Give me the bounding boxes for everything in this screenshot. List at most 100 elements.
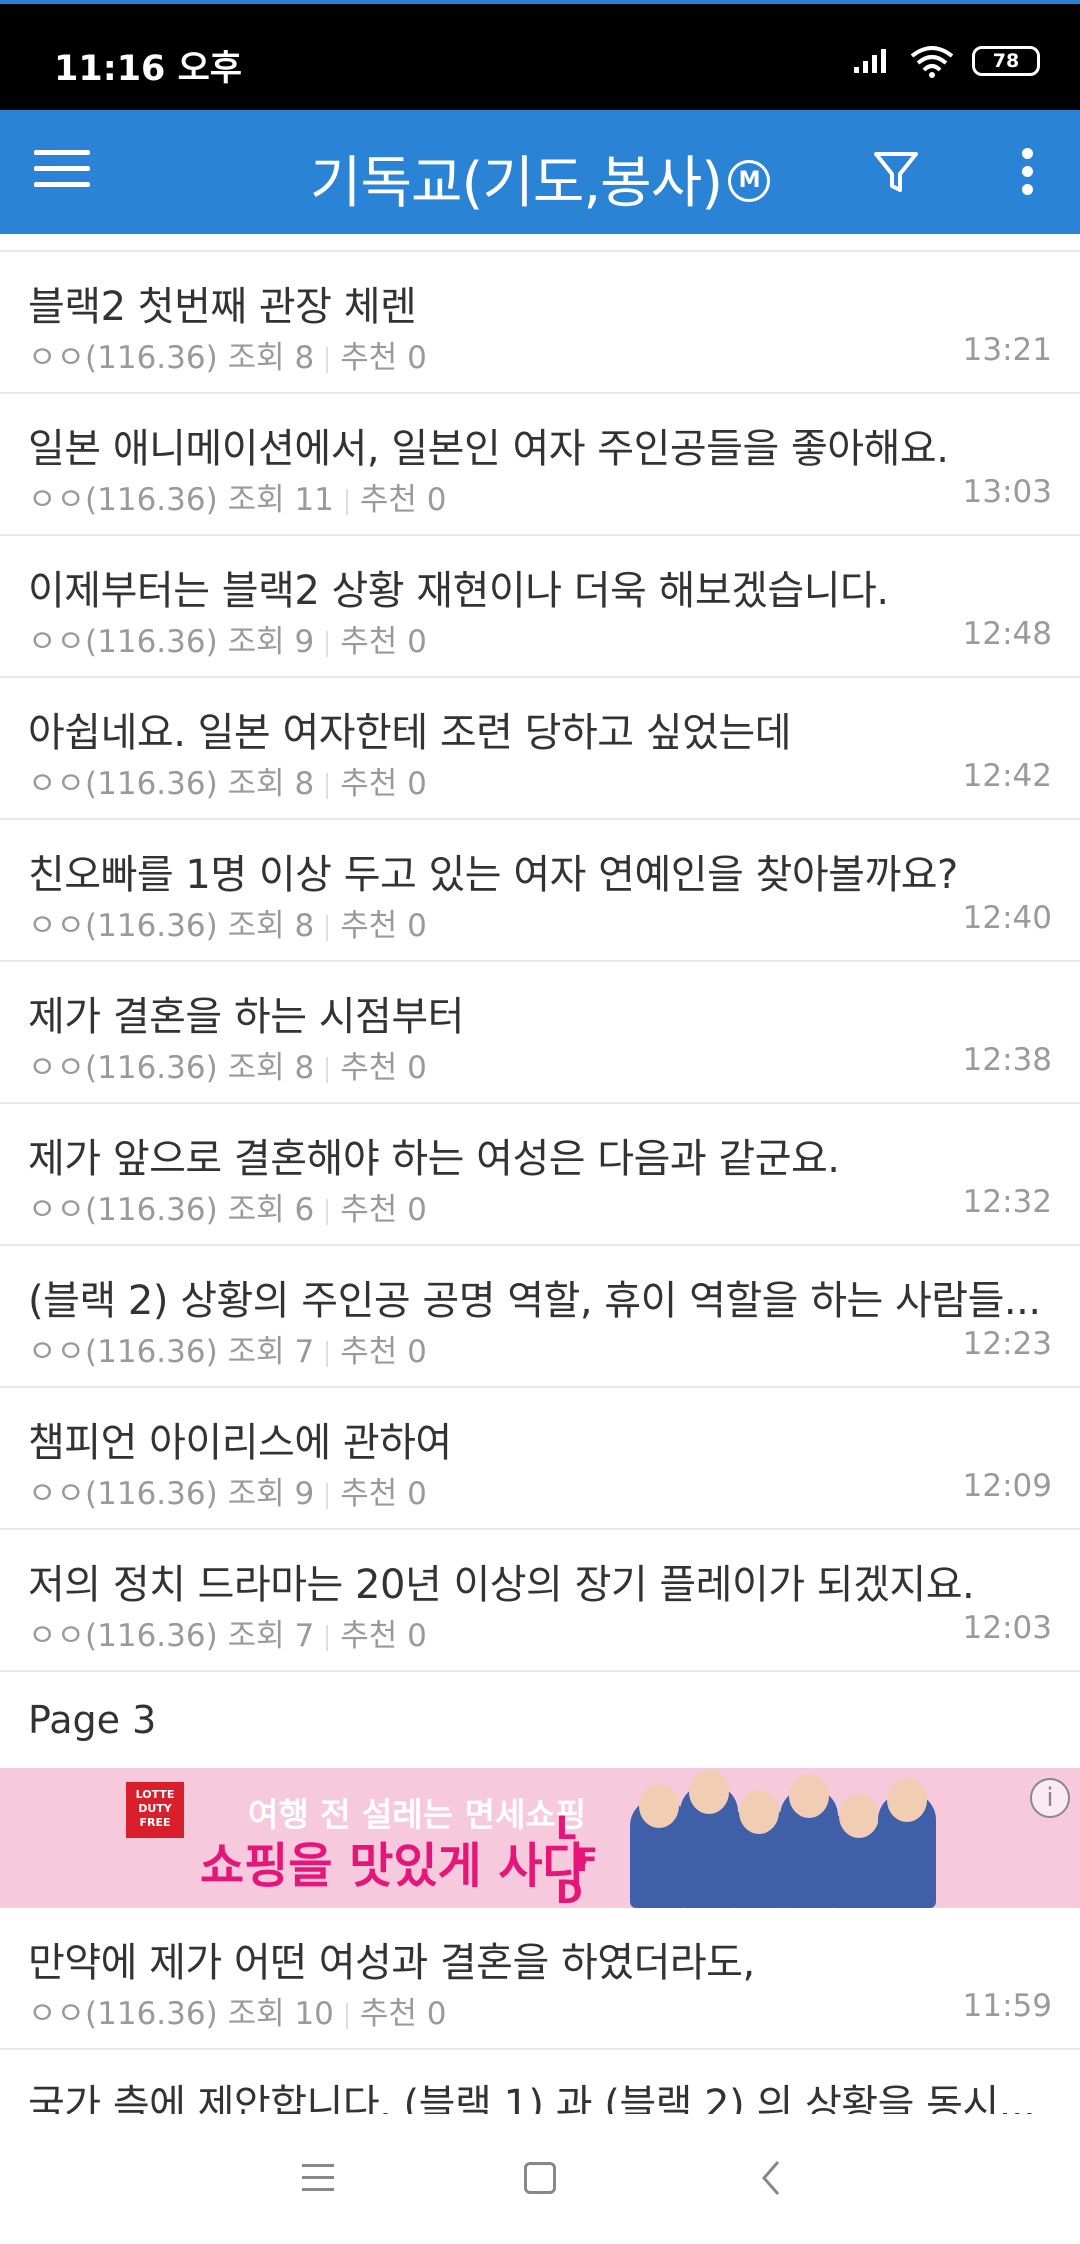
post-meta: ㅇㅇ(116.36) 조회 10 추천 0 [28,1988,447,2033]
ad-info-icon[interactable]: i [1030,1778,1070,1818]
post-recommend: 추천 0 [340,766,427,802]
post-recommend: 추천 0 [340,1476,427,1512]
post-row[interactable]: (블랙 2) 상황의 주인공 공명 역할, 휴이 역할을 하는 사람들... ㅇ… [0,1246,1080,1388]
post-row[interactable]: 이제부터는 블랙2 상황 재현이나 더욱 해보겠습니다. ㅇㅇ(116.36) … [0,536,1080,678]
app-bar: 기독교(기도,봉사) M [0,110,1080,234]
status-bar: 11:16 오후 78 [0,0,1080,110]
post-row[interactable]: 아쉽네요. 일본 여자한테 조련 당하고 싶었는데 ㅇㅇ(116.36) 조회 … [0,678,1080,820]
post-time: 12:40 [962,900,1052,936]
post-views: 조회 11 [227,482,334,518]
post-row[interactable]: 일본 애니메이션에서, 일본인 여자 주인공들을 좋아해요. ㅇㅇ(116.36… [0,394,1080,536]
post-row[interactable]: 친오빠를 1명 이상 두고 있는 여자 연예인을 찾아볼까요? ㅇㅇ(116.3… [0,820,1080,962]
post-author: ㅇㅇ(116.36) [28,624,218,660]
recent-apps-icon[interactable] [302,2164,334,2192]
post-row[interactable]: 제가 앞으로 결혼해야 하는 여성은 다음과 같군요. ㅇㅇ(116.36) 조… [0,1104,1080,1246]
battery-indicator: 78 [972,46,1040,76]
logo-text: LOTTE [135,1788,175,1801]
system-navigation-bar [0,2114,1080,2244]
post-views: 조회 8 [227,340,315,376]
post-title: 제가 결혼을 하는 시점부터 [28,994,464,1040]
post-row[interactable]: 챔피언 아이리스에 관하여 ㅇㅇ(116.36) 조회 9 추천 0 12:09 [0,1388,1080,1530]
post-time: 13:21 [962,332,1052,368]
status-icons: 78 [852,44,1040,78]
post-title: 만약에 제가 어떤 여성과 결혼을 하였더라도, [28,1940,755,1986]
post-title: 저의 정치 드라마는 20년 이상의 장기 플레이가 되겠지요. [28,1562,975,1608]
post-author: ㅇㅇ(116.36) [28,1618,218,1654]
post-row[interactable]: 블랙2 첫번째 관장 체렌 ㅇㅇ(116.36) 조회 8 추천 0 13:21 [0,252,1080,394]
post-time: 11:59 [962,1988,1052,2024]
more-icon-dot [1021,166,1033,177]
post-title: 일본 애니메이션에서, 일본인 여자 주인공들을 좋아해요. [28,426,949,472]
wifi-icon [910,46,954,78]
post-title: 챔피언 아이리스에 관하여 [28,1420,452,1466]
post-time: 13:03 [962,474,1052,510]
logo-text: FREE [139,1816,171,1829]
post-meta: ㅇㅇ(116.36) 조회 8 추천 0 [28,758,427,803]
post-title: 제가 앞으로 결혼해야 하는 여성은 다음과 같군요. [28,1136,840,1182]
ad-banner[interactable]: LOTTE DUTY FREE 여행 전 설레는 면세쇼핑 쇼핑을 맛있게 사다… [0,1768,1080,1908]
post-author: ㅇㅇ(116.36) [28,1334,218,1370]
lotte-duty-free-logo: LOTTE DUTY FREE [126,1782,184,1838]
post-recommend: 추천 0 [340,1050,427,1086]
logo-text: DUTY [138,1802,172,1815]
brand-letter: L [556,1809,577,1847]
post-recommend: 추천 0 [340,1192,427,1228]
post-views: 조회 7 [227,1334,315,1370]
post-views: 조회 7 [227,1618,315,1654]
page-number-label: Page 3 [28,1698,157,1742]
post-time: 12:23 [962,1326,1052,1362]
more-icon-dot [1021,148,1033,159]
more-icon-dot [1021,184,1033,195]
post-list: 블랙2 첫번째 관장 체렌 ㅇㅇ(116.36) 조회 8 추천 0 13:21 … [0,234,1080,2114]
post-author: ㅇㅇ(116.36) [28,1192,218,1228]
post-views: 조회 9 [227,1476,315,1512]
post-views: 조회 8 [227,766,315,802]
brand-letter: F [576,1841,598,1879]
post-row[interactable]: 국가 측에 제안합니다. (블랙 1) 과 (블랙 2) 의 상황을 동시... [0,2050,1080,2114]
post-views: 조회 8 [227,1050,315,1086]
post-time: 12:38 [962,1042,1052,1078]
post-title: (블랙 2) 상황의 주인공 공명 역할, 휴이 역할을 하는 사람들... [28,1278,1041,1324]
post-author: ㅇㅇ(116.36) [28,1050,218,1086]
post-meta: ㅇㅇ(116.36) 조회 8 추천 0 [28,900,427,945]
back-icon[interactable] [756,2158,786,2198]
post-meta: ㅇㅇ(116.36) 조회 8 추천 0 [28,1042,427,1087]
post-row[interactable]: 저의 정치 드라마는 20년 이상의 장기 플레이가 되겠지요. ㅇㅇ(116.… [0,1530,1080,1672]
post-author: ㅇㅇ(116.36) [28,766,218,802]
more-options-button[interactable] [1012,148,1042,198]
signal-icon [854,49,886,73]
post-author: ㅇㅇ(116.36) [28,482,218,518]
post-author: ㅇㅇ(116.36) [28,340,218,376]
ad-people-image [630,1770,940,1908]
status-time: 11:16 오후 [54,49,242,89]
post-meta: ㅇㅇ(116.36) 조회 7 추천 0 [28,1326,427,1371]
post-title: 국가 측에 제안합니다. (블랙 1) 과 (블랙 2) 의 상황을 동시... [28,2082,1036,2114]
post-title: 이제부터는 블랙2 상황 재현이나 더욱 해보겠습니다. [28,568,889,614]
page-divider: Page 3 [0,1672,1080,1768]
filter-icon[interactable] [870,146,922,198]
post-recommend: 추천 0 [340,624,427,660]
post-recommend: 추천 0 [359,1996,447,2032]
home-icon[interactable] [524,2162,556,2194]
post-author: ㅇㅇ(116.36) [28,908,218,944]
brand-letter: D [556,1873,583,1908]
post-row[interactable]: 제가 결혼을 하는 시점부터 ㅇㅇ(116.36) 조회 8 추천 0 12:38 [0,962,1080,1104]
post-author: ㅇㅇ(116.36) [28,1996,218,2032]
post-time: 12:09 [962,1468,1052,1504]
post-views: 조회 9 [227,624,315,660]
post-recommend: 추천 0 [340,908,427,944]
minor-gallery-badge: M [728,159,771,202]
post-time: 12:42 [962,758,1052,794]
post-title: 아쉽네요. 일본 여자한테 조련 당하고 싶었는데 [28,710,792,756]
post-views: 조회 8 [227,908,315,944]
post-recommend: 추천 0 [340,340,427,376]
post-title: 친오빠를 1명 이상 두고 있는 여자 연예인을 찾아볼까요? [28,852,958,898]
post-row[interactable]: 만약에 제가 어떤 여성과 결혼을 하였더라도, ㅇㅇ(116.36) 조회 1… [0,1908,1080,2050]
post-recommend: 추천 0 [340,1334,427,1370]
post-views: 조회 6 [227,1192,315,1228]
list-divider [0,234,1080,252]
post-time: 12:03 [962,1610,1052,1646]
post-views: 조회 10 [227,1996,334,2032]
post-time: 12:32 [962,1184,1052,1220]
post-meta: ㅇㅇ(116.36) 조회 9 추천 0 [28,1468,427,1513]
